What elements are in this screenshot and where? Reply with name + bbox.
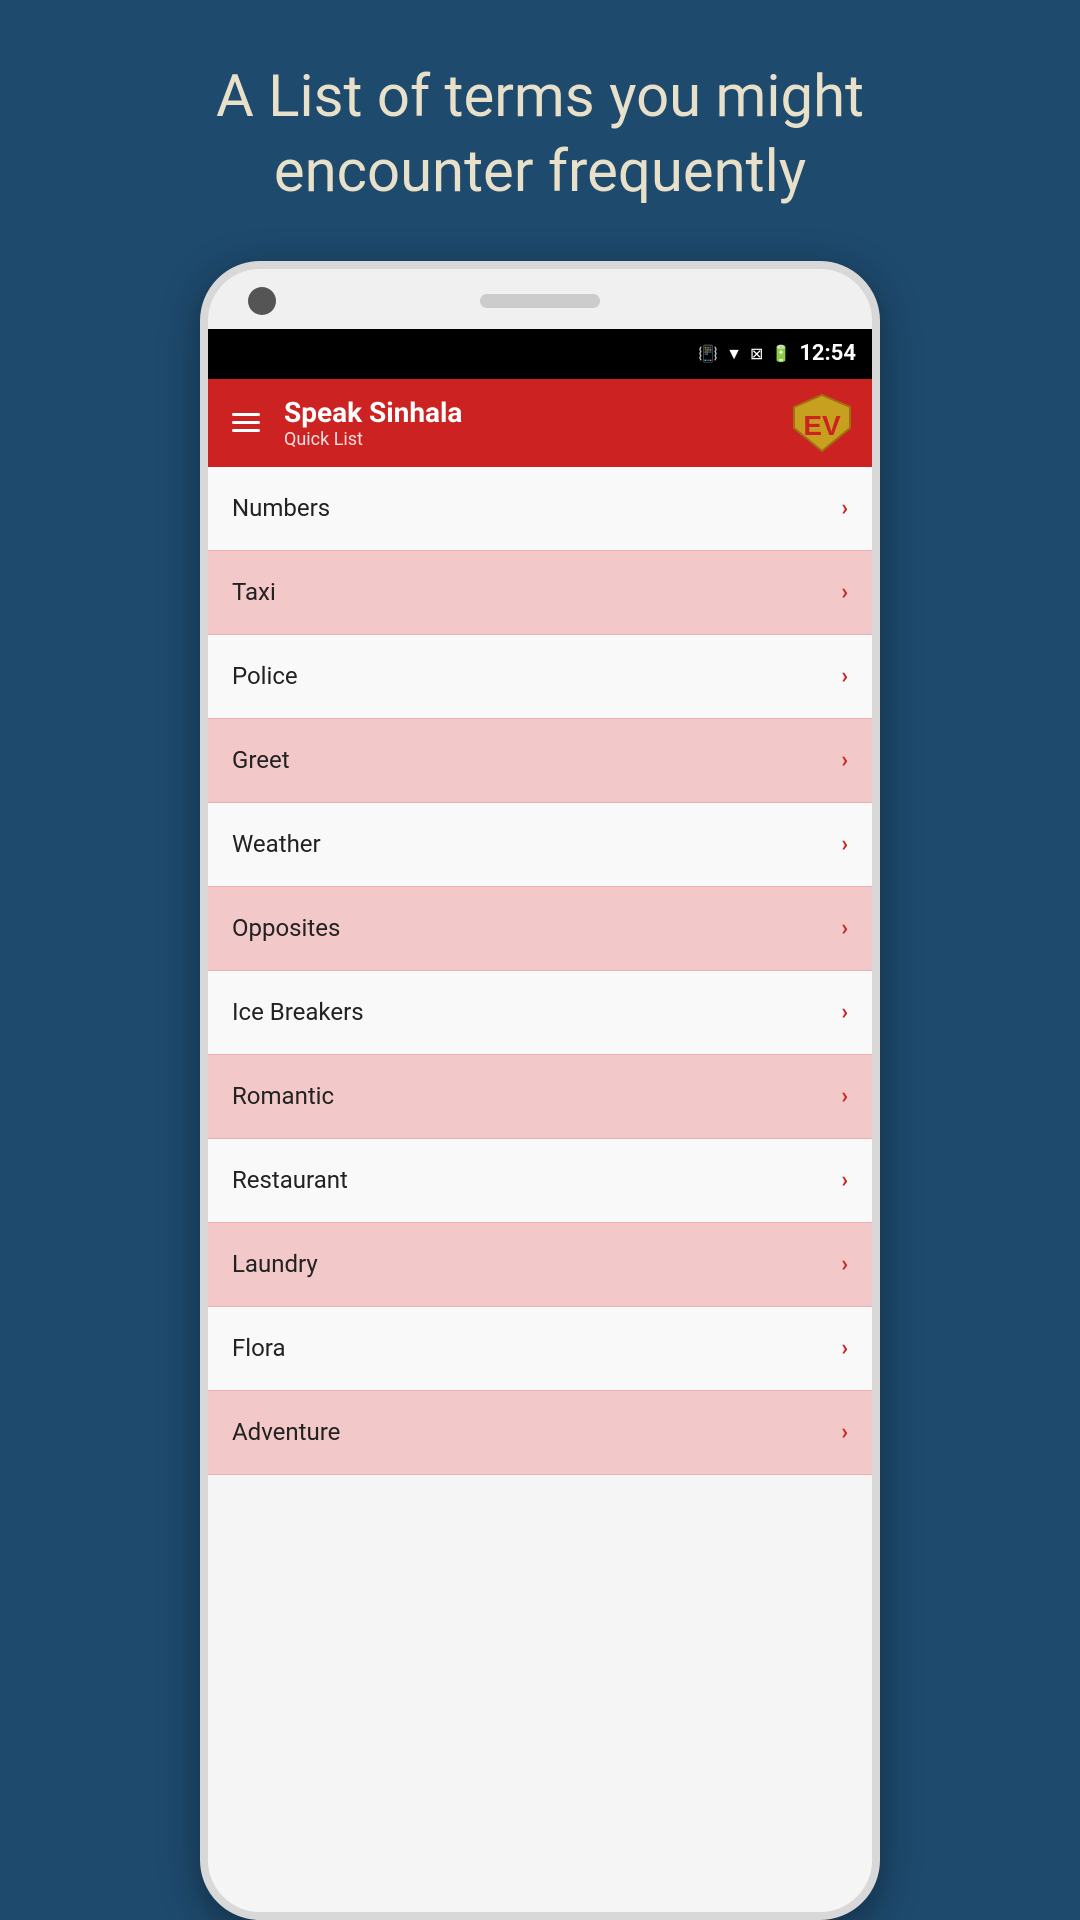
chevron-right-icon: › (841, 1336, 848, 1361)
list-item[interactable]: Weather › (208, 803, 872, 887)
list-item[interactable]: Restaurant › (208, 1139, 872, 1223)
app-title-container: Speak Sinhala Quick List (284, 396, 772, 450)
chevron-right-icon: › (841, 832, 848, 857)
svg-text:EV: EV (803, 410, 841, 441)
list-item[interactable]: Laundry › (208, 1223, 872, 1307)
wifi-icon: ▼ (726, 344, 742, 364)
chevron-right-icon: › (841, 580, 848, 605)
list-item[interactable]: Police › (208, 635, 872, 719)
chevron-right-icon: › (841, 496, 848, 521)
list-item-label-12: Adventure (232, 1418, 340, 1446)
app-title: Speak Sinhala (284, 396, 772, 429)
list-container: Numbers›Taxi›Police›Greet›Weather›Opposi… (208, 467, 872, 1912)
list-item[interactable]: Numbers › (208, 467, 872, 551)
list-item[interactable]: Flora › (208, 1307, 872, 1391)
list-item-label-10: Laundry (232, 1250, 318, 1278)
status-icons: 📳 ▼ ⊠ 🔋 12:54 (698, 341, 856, 366)
status-time: 12:54 (799, 341, 856, 366)
menu-button[interactable] (228, 409, 264, 436)
phone-top (208, 269, 872, 329)
menu-line-1 (232, 413, 260, 416)
list-item-label-3: Police (232, 662, 298, 690)
chevron-right-icon: › (841, 748, 848, 773)
list-item-label-7: Ice Breakers (232, 998, 364, 1026)
list-item-label-1: Numbers (232, 494, 330, 522)
list-item[interactable]: Ice Breakers › (208, 971, 872, 1055)
app-subtitle: Quick List (284, 429, 772, 450)
signal-icon: ⊠ (750, 344, 763, 363)
chevron-right-icon: › (841, 664, 848, 689)
list-item[interactable]: Romantic › (208, 1055, 872, 1139)
list-item[interactable]: Taxi › (208, 551, 872, 635)
list-item-label-5: Weather (232, 830, 321, 858)
vibrate-icon: 📳 (698, 344, 718, 363)
chevron-right-icon: › (841, 1084, 848, 1109)
list-item-label-6: Opposites (232, 914, 340, 942)
chevron-right-icon: › (841, 1420, 848, 1445)
speaker (480, 294, 600, 308)
list-item-label-8: Romantic (232, 1082, 334, 1110)
app-bar: Speak Sinhala Quick List EV (208, 379, 872, 467)
chevron-right-icon: › (841, 916, 848, 941)
list-item[interactable]: Adventure › (208, 1391, 872, 1475)
list-item-label-11: Flora (232, 1334, 286, 1362)
page-title: A List of terms you might encounter freq… (0, 0, 1080, 261)
list-item-label-2: Taxi (232, 578, 276, 606)
list-item-label-4: Greet (232, 746, 290, 774)
menu-line-3 (232, 429, 260, 432)
battery-icon: 🔋 (771, 344, 791, 363)
camera (248, 287, 276, 315)
phone-frame: 📳 ▼ ⊠ 🔋 12:54 Speak Sinhala Quick List E… (200, 261, 880, 1920)
menu-line-2 (232, 421, 260, 424)
chevron-right-icon: › (841, 1000, 848, 1025)
chevron-right-icon: › (841, 1168, 848, 1193)
app-logo: EV (792, 393, 852, 453)
list-item[interactable]: Greet › (208, 719, 872, 803)
list-item[interactable]: Opposites › (208, 887, 872, 971)
chevron-right-icon: › (841, 1252, 848, 1277)
list-item-label-9: Restaurant (232, 1166, 348, 1194)
status-bar: 📳 ▼ ⊠ 🔋 12:54 (208, 329, 872, 379)
